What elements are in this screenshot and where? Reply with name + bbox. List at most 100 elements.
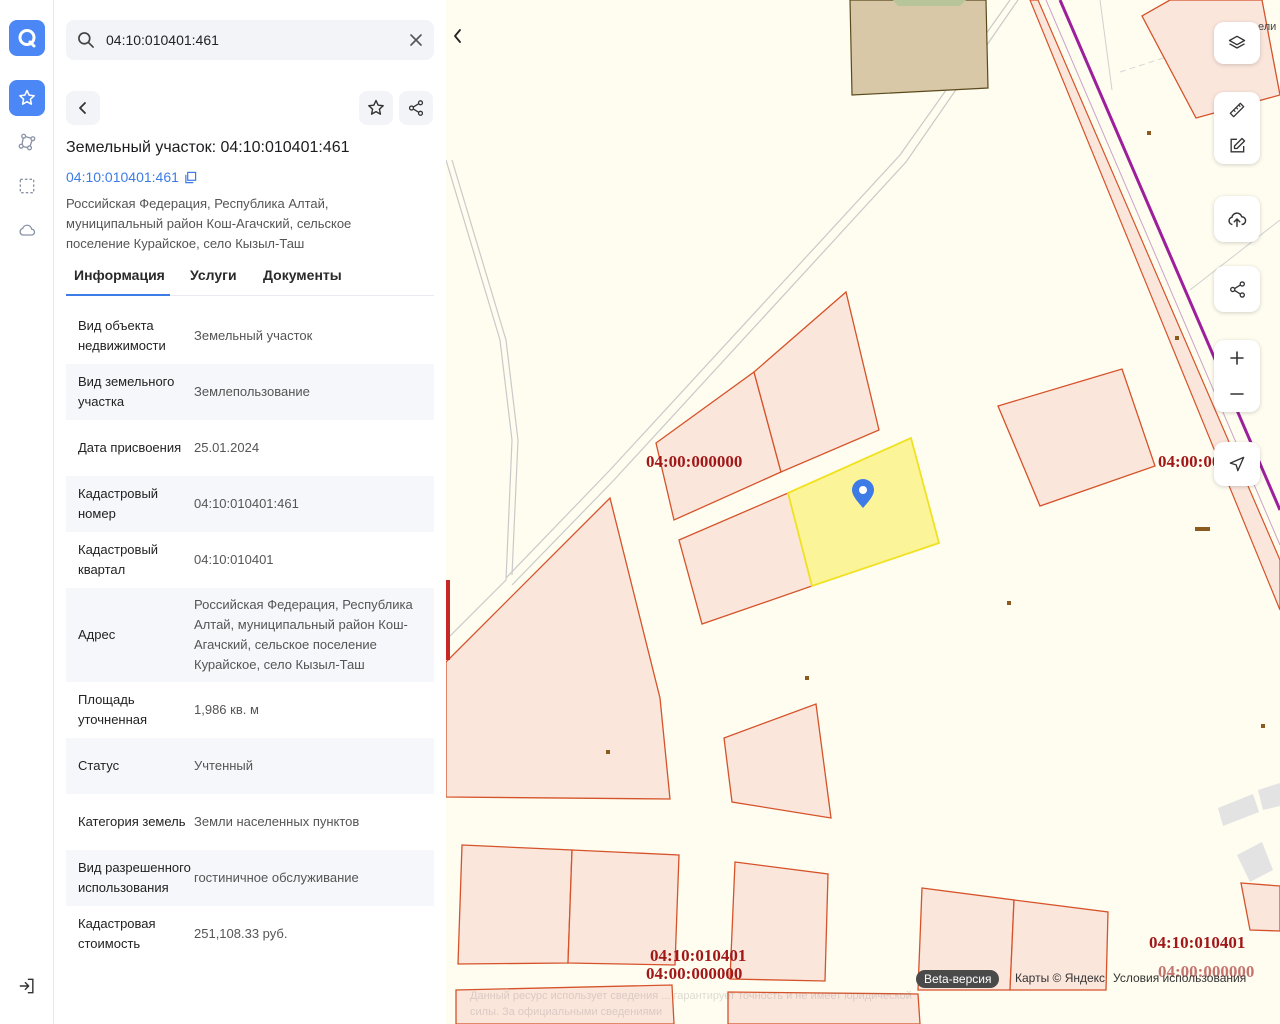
row-value: гостиничное обслуживание xyxy=(194,870,359,885)
tab-information[interactable]: Информация xyxy=(66,262,170,296)
row-value: Земельный участок xyxy=(194,328,313,343)
row-key: Вид разрешенного использования xyxy=(78,860,191,895)
layers-control[interactable] xyxy=(1214,22,1260,64)
quarter-label-bottom-right: 04:10:010401 xyxy=(1149,933,1246,952)
close-icon xyxy=(410,34,422,46)
zoom-in-button[interactable] xyxy=(1214,340,1260,376)
favorites-nav-button[interactable] xyxy=(9,80,45,116)
share-icon xyxy=(408,100,424,116)
edit-icon xyxy=(1230,137,1246,153)
login-icon xyxy=(19,978,34,994)
ruler-icon xyxy=(1229,102,1245,118)
select-area-nav-button[interactable] xyxy=(9,168,45,204)
map-canvas[interactable] xyxy=(446,0,1280,1024)
table-row: Кадастровая стоимость 251,108.33 руб. xyxy=(66,906,434,962)
cloud-upload-icon xyxy=(1228,212,1247,228)
dashed-square-icon xyxy=(19,178,35,194)
table-row: Категория земель Земли населенных пунктов xyxy=(66,794,434,850)
tab-services[interactable]: Услуги xyxy=(190,262,237,296)
disclaimer-text: Данный ресурс использует сведения ... га… xyxy=(470,990,912,1018)
star-icon xyxy=(368,99,384,115)
clear-search-button[interactable] xyxy=(406,30,426,50)
row-key: Статус xyxy=(78,758,120,773)
row-value: 25.01.2024 xyxy=(194,440,260,455)
layers-icon xyxy=(1228,35,1246,49)
copy-icon[interactable] xyxy=(184,171,197,184)
draw-button[interactable] xyxy=(1214,128,1260,164)
search-input[interactable] xyxy=(106,20,396,60)
row-value: 251,108.33 руб. xyxy=(194,926,288,941)
row-value: 04:10:010401 xyxy=(194,552,274,567)
table-row: Вид разрешенного использования гостинично… xyxy=(66,850,434,906)
table-row: Вид объекта недвижимости Земельный участо… xyxy=(66,308,434,364)
row-key: Площадь уточненная xyxy=(78,692,148,727)
map-share-control xyxy=(1214,266,1260,312)
terms-link[interactable]: Условия использования xyxy=(1113,971,1246,985)
object-info-panel: Земельный участок: 04:10:010401:461 04:1… xyxy=(54,0,446,1024)
info-table: Вид объекта недвижимости Земельный участо… xyxy=(66,308,434,962)
navigation-arrow-icon xyxy=(1229,456,1245,472)
geolocation-control xyxy=(1214,442,1260,486)
row-value: Российская Федерация, Республика Алтай, … xyxy=(194,597,413,672)
upload-control xyxy=(1214,196,1260,242)
row-value: Земли населенных пунктов xyxy=(194,814,360,829)
table-row: Статус Учтенный xyxy=(66,738,434,794)
cloud-nav-button[interactable] xyxy=(9,212,45,248)
row-value: Учтенный xyxy=(194,758,254,773)
quarter-label-bottom: 04:10:010401 xyxy=(650,946,747,965)
row-value: 04:10:010401:461 xyxy=(194,496,299,511)
row-key: Дата присвоения xyxy=(78,440,182,455)
route-nodes-icon xyxy=(18,133,36,151)
beta-badge: Beta-версия xyxy=(916,970,1000,988)
cadastral-map[interactable]: 04:00:000000 04:00:000000 04:10:010401 0… xyxy=(446,0,1280,1024)
minus-icon xyxy=(1230,393,1244,395)
app-logo-icon[interactable] xyxy=(9,20,45,56)
map-attribution[interactable]: Карты © Яндекс xyxy=(1015,971,1105,985)
search-bar xyxy=(66,20,434,60)
favorite-button[interactable] xyxy=(359,91,393,125)
table-row: Площадь уточненная 1,986 кв. м xyxy=(66,682,434,738)
cadastral-number-text[interactable]: 04:10:010401:461 xyxy=(66,169,179,185)
table-row: Кадастровый номер 04:10:010401:461 xyxy=(66,476,434,532)
row-key: Кадастровая стоимость xyxy=(78,916,156,951)
table-row: Дата присвоения 25.01.2024 xyxy=(66,420,434,476)
row-key: Вид объекта недвижимости xyxy=(78,318,166,353)
object-address: Российская Федерация, Республика Алтай, … xyxy=(66,196,352,251)
row-key: Кадастровый номер xyxy=(78,486,159,521)
zone-label-left: 04:00:000000 xyxy=(646,452,743,471)
icon-rail xyxy=(0,0,54,1024)
measure-edit-control xyxy=(1214,92,1260,164)
object-title: Земельный участок: 04:10:010401:461 xyxy=(66,139,350,156)
ruler-button[interactable] xyxy=(1214,92,1260,128)
table-row: Кадастровый квартал 04:10:010401 xyxy=(66,532,434,588)
login-nav-button[interactable] xyxy=(9,968,45,1004)
zoom-out-button[interactable] xyxy=(1214,376,1260,412)
table-row: Адрес Российская Федерация, Республика Ал… xyxy=(66,588,434,682)
row-key: Категория земель xyxy=(78,814,186,829)
row-key: Кадастровый квартал xyxy=(78,542,159,577)
layers-button[interactable] xyxy=(1214,22,1260,64)
collapse-panel-button[interactable] xyxy=(446,18,470,54)
geolocation-button[interactable] xyxy=(1214,442,1260,486)
zone-label-bottom: 04:00:000000 xyxy=(646,964,743,983)
row-value: 1,986 кв. м xyxy=(194,702,259,717)
table-row: Вид земельного участка Землепользование xyxy=(66,364,434,420)
info-tabs: Информация Услуги Документы xyxy=(66,262,434,296)
chevron-left-icon xyxy=(454,29,461,43)
share-icon xyxy=(1229,280,1245,298)
search-icon xyxy=(78,32,94,48)
map-share-button[interactable] xyxy=(1214,266,1260,312)
back-button[interactable] xyxy=(66,91,100,125)
plus-icon xyxy=(1230,351,1244,365)
tab-documents[interactable]: Документы xyxy=(263,262,342,296)
street-label: ели xyxy=(1258,21,1277,33)
upload-button[interactable] xyxy=(1214,196,1260,242)
zoom-control xyxy=(1214,340,1260,412)
cadastral-number-link[interactable]: 04:10:010401:461 xyxy=(66,169,197,185)
share-button[interactable] xyxy=(399,91,433,125)
row-key: Вид земельного участка xyxy=(78,374,175,409)
chevron-left-icon xyxy=(79,102,86,114)
star-icon xyxy=(19,89,35,105)
row-value: Землепользование xyxy=(194,384,310,399)
routes-nav-button[interactable] xyxy=(9,124,45,160)
